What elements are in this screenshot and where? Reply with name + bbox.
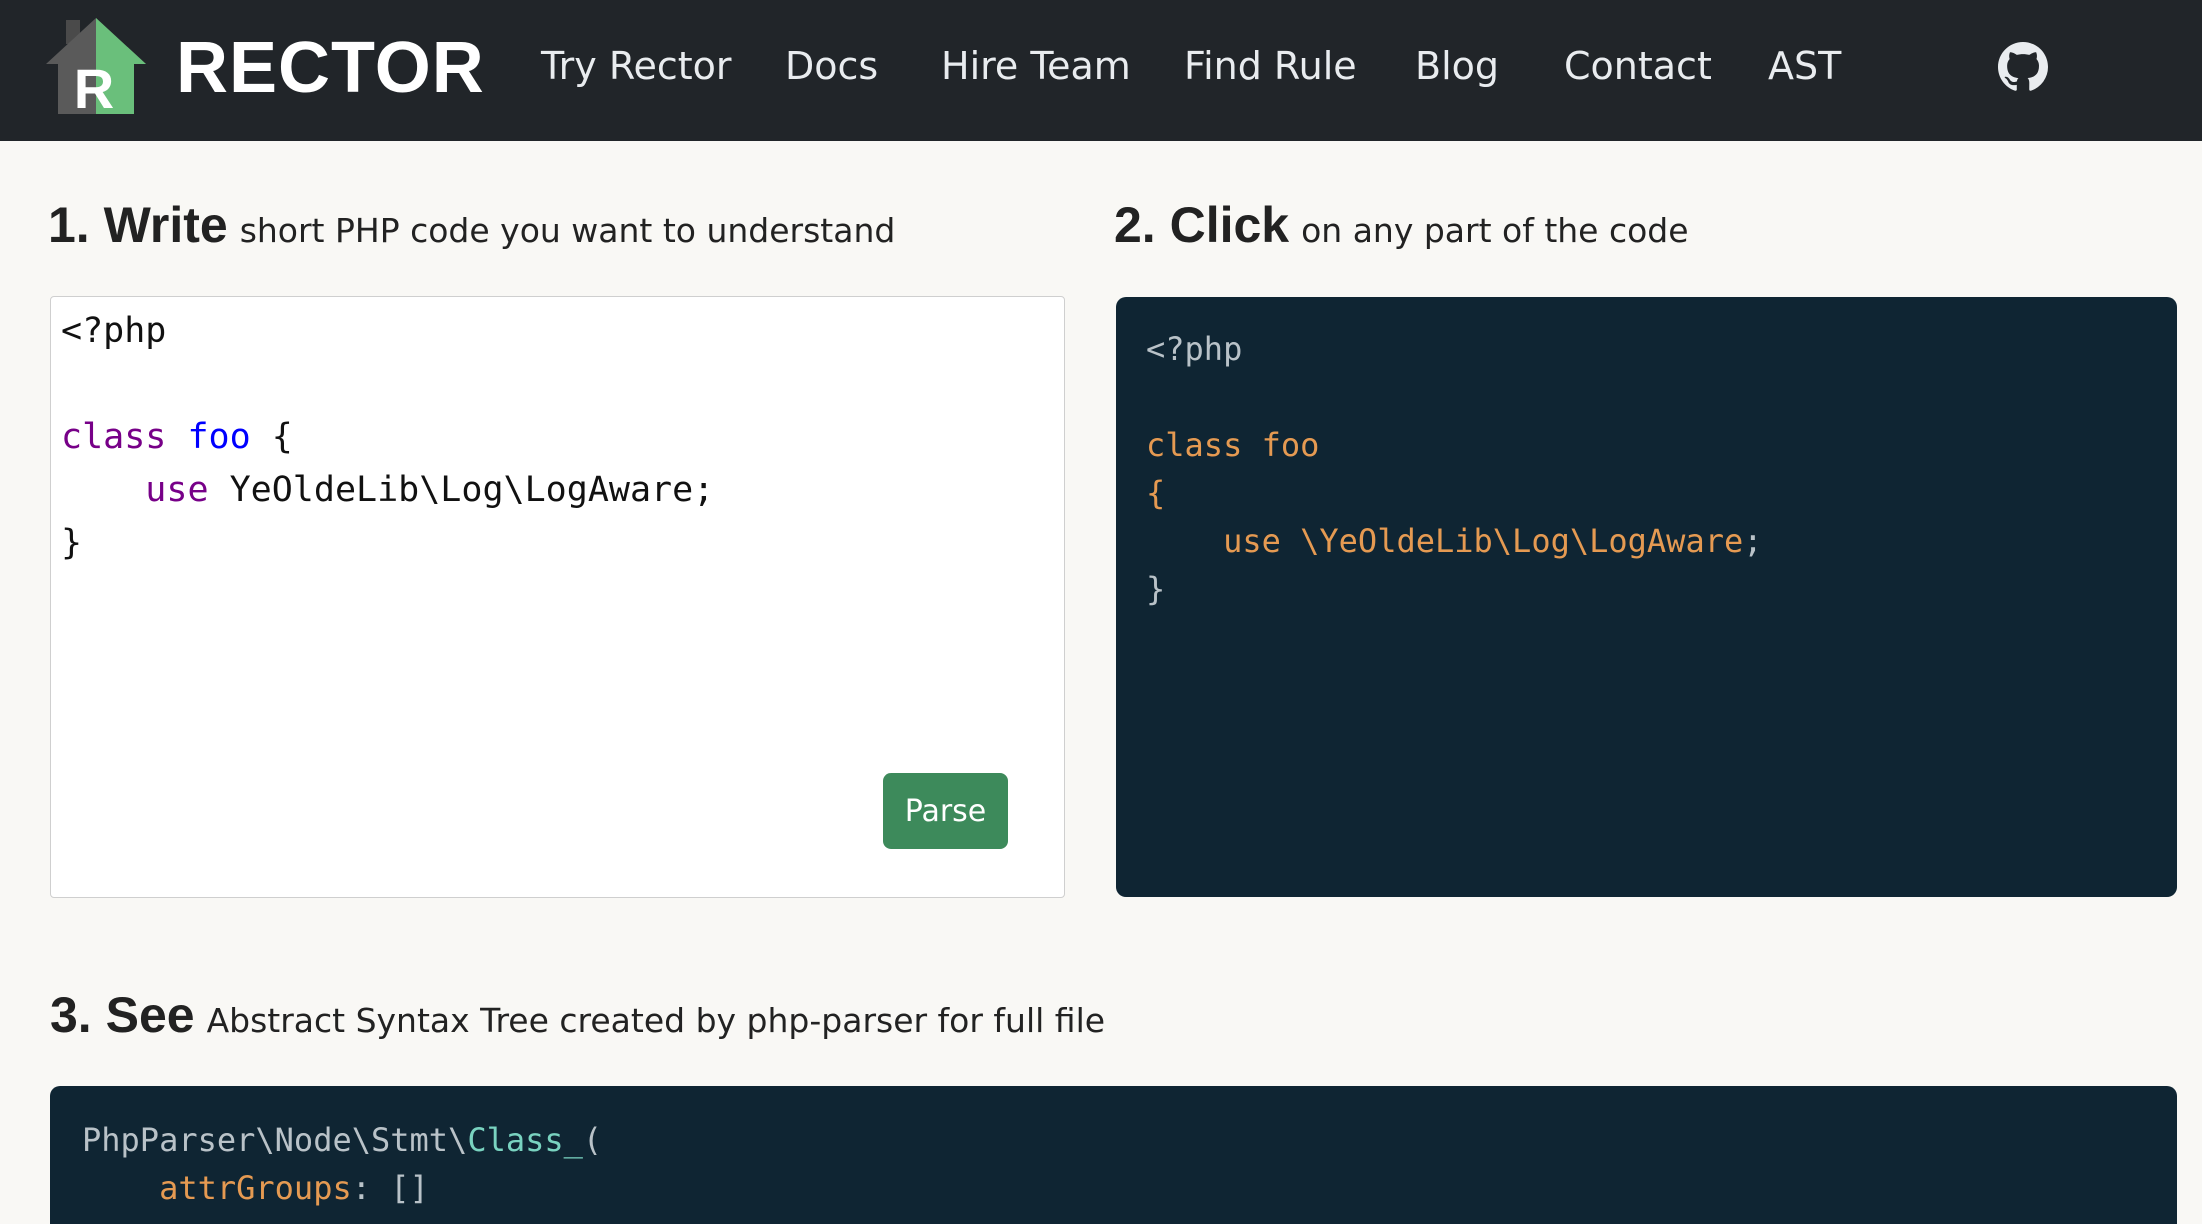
nav-docs[interactable]: Docs — [785, 38, 878, 94]
editor-use-target: YeOldeLib\Log\LogAware; — [229, 470, 715, 510]
editor-class-name: foo — [187, 417, 251, 457]
step2-subtitle: on any part of the code — [1301, 211, 1689, 250]
clickable-code: <?php class foo { use \YeOldeLib\Log\Log… — [1146, 325, 1763, 613]
nav-contact[interactable]: Contact — [1564, 38, 1712, 94]
ast-code: PhpParser\Node\Stmt\Class_( attrGroups: … — [82, 1116, 602, 1212]
ast-attr-value: [] — [390, 1169, 429, 1207]
step1-title: 1. Write — [48, 197, 228, 253]
code-class-declaration[interactable]: class foo — [1146, 426, 1319, 464]
code-brace-open[interactable]: { — [1146, 474, 1165, 512]
code-open-tag[interactable]: <?php — [1146, 330, 1242, 368]
step2-heading: 2. Click on any part of the code — [1114, 196, 1689, 254]
step3-subtitle: Abstract Syntax Tree created by php-pars… — [206, 1001, 1106, 1040]
ast-paren: ( — [582, 1121, 603, 1159]
step3-heading: 3. See Abstract Syntax Tree created by ph… — [50, 986, 1105, 1044]
nav-ast[interactable]: AST — [1768, 38, 1841, 94]
nav-hire-team[interactable]: Hire Team — [941, 38, 1131, 94]
nav-find-rule[interactable]: Find Rule — [1184, 38, 1357, 94]
brand-name[interactable]: RECTOR — [176, 22, 485, 114]
ast-class-name: Class_ — [467, 1121, 583, 1159]
code-brace-close[interactable]: } — [1146, 570, 1165, 608]
editor-brace-open: { — [271, 417, 293, 457]
code-use-statement[interactable]: use \YeOldeLib\Log\LogAware — [1223, 522, 1743, 560]
step1-heading: 1. Write short PHP code you want to under… — [48, 196, 895, 254]
editor-kw-class: class — [61, 417, 167, 457]
ast-namespace: PhpParser\Node\Stmt\ — [82, 1121, 468, 1159]
ast-attr-key: attrGroups — [159, 1169, 352, 1207]
logo-letter: R — [74, 57, 114, 114]
editor-open-tag: <?php — [61, 311, 167, 351]
navbar: R RECTOR Try Rector Docs Hire Team Find … — [0, 0, 2202, 141]
parse-button[interactable]: Parse — [883, 773, 1008, 849]
code-semicolon: ; — [1743, 522, 1763, 560]
ast-attr-sep: : — [351, 1169, 391, 1207]
rector-logo-icon[interactable]: R — [46, 14, 146, 114]
clickable-code-panel: <?php class foo { use \YeOldeLib\Log\Log… — [1116, 297, 2177, 897]
step2-title: 2. Click — [1114, 197, 1290, 253]
editor-brace-close: } — [61, 523, 83, 563]
nav-blog[interactable]: Blog — [1415, 38, 1499, 94]
editor-code[interactable]: <?php class foo { use YeOldeLib\Log\LogA… — [61, 305, 714, 570]
ast-output-panel: PhpParser\Node\Stmt\Class_( attrGroups: … — [50, 1086, 2177, 1224]
editor-kw-use: use — [145, 470, 209, 510]
step3-title: 3. See — [50, 987, 195, 1043]
step1-subtitle: short PHP code you want to understand — [239, 211, 896, 250]
github-icon[interactable] — [1998, 42, 2048, 92]
nav-try-rector[interactable]: Try Rector — [541, 38, 732, 94]
